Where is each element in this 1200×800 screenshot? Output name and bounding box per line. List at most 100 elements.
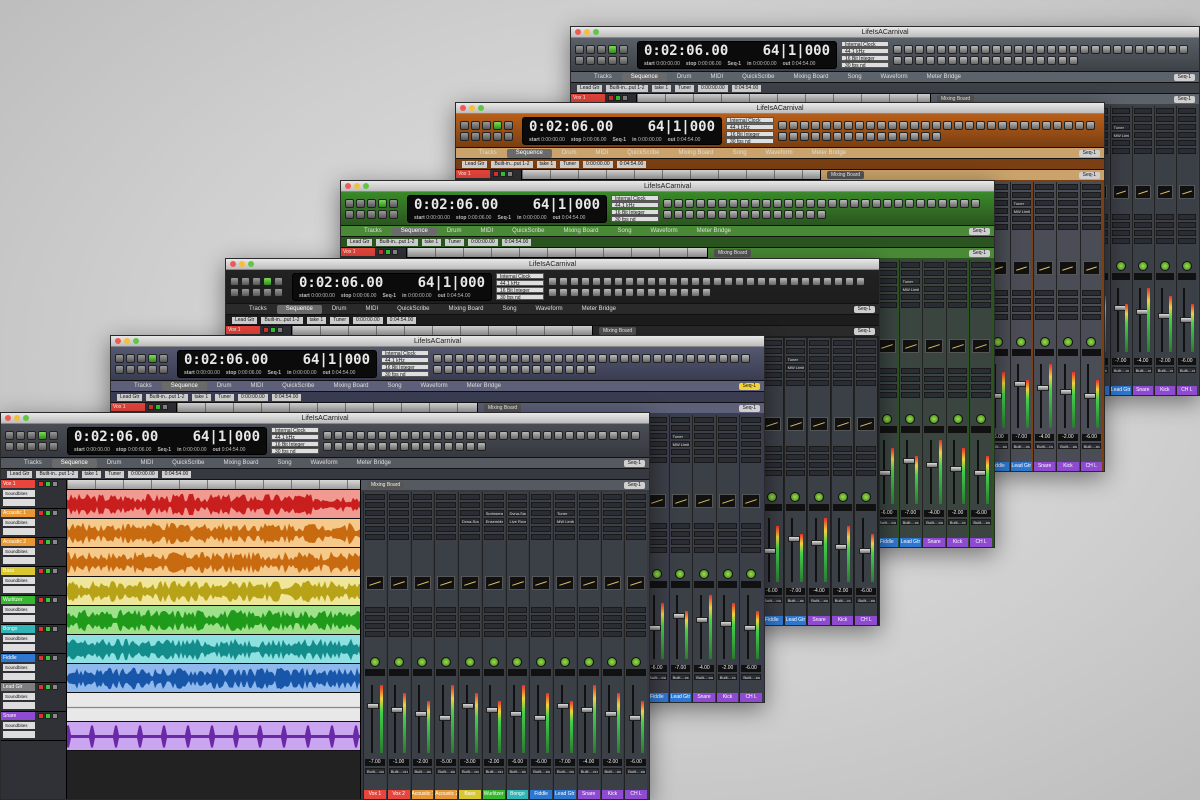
tool-icon[interactable]	[702, 287, 711, 297]
tool-icon[interactable]	[581, 287, 590, 297]
eq-display[interactable]	[833, 416, 852, 431]
tool-icon[interactable]	[696, 209, 705, 219]
channel-name[interactable]: Kick	[1057, 462, 1079, 471]
minimize-window-button[interactable]	[354, 183, 360, 189]
track-lane[interactable]	[67, 635, 360, 664]
tool-icon[interactable]	[603, 276, 612, 286]
volume-fader-handle[interactable]	[902, 457, 915, 464]
volume-fader-handle[interactable]	[438, 715, 451, 722]
tab-quickscribe[interactable]: QuickScribe	[733, 73, 783, 82]
tool-icon[interactable]	[822, 120, 831, 130]
insert-slot[interactable]	[1133, 132, 1152, 138]
tool-icon[interactable]	[609, 353, 618, 363]
send-slot[interactable]	[531, 631, 551, 638]
pan-knob[interactable]	[488, 656, 499, 667]
tool-icon[interactable]	[866, 131, 875, 141]
insert-slot[interactable]	[900, 262, 921, 268]
tool-icon[interactable]	[778, 120, 787, 130]
insert-slot[interactable]	[947, 262, 968, 268]
track-setting-pos1[interactable]: 0:00:00.00	[583, 160, 613, 168]
minimize-window-button[interactable]	[239, 261, 245, 267]
tab-meter-bridge[interactable]: Meter Bridge	[918, 73, 970, 82]
tab-mixing-board[interactable]: Mixing Board	[325, 382, 378, 391]
track-input-select[interactable]: Soundbites	[3, 664, 35, 671]
back-button[interactable]	[586, 55, 595, 65]
insert-slot[interactable]	[626, 526, 646, 532]
tool-icon[interactable]	[751, 209, 760, 219]
tool-icon[interactable]	[636, 276, 645, 286]
tool-icon[interactable]	[1031, 120, 1040, 130]
tool-icon[interactable]	[757, 276, 766, 286]
insert-slot[interactable]	[1081, 216, 1101, 222]
tool-icon[interactable]	[444, 364, 453, 374]
pan-knob[interactable]	[905, 414, 916, 425]
tool-icon[interactable]	[817, 198, 826, 208]
insert-slot[interactable]: Dyna-Squash	[460, 518, 480, 524]
tool-icon[interactable]	[609, 430, 618, 440]
send-slot[interactable]	[436, 631, 456, 638]
insert-slot[interactable]	[694, 441, 714, 447]
track-name[interactable]: Fiddle	[1, 654, 35, 662]
solo-icon[interactable]	[45, 568, 51, 574]
send-slot[interactable]	[1011, 290, 1031, 297]
tool-icon[interactable]	[949, 198, 958, 208]
tool-icon[interactable]	[877, 120, 886, 130]
clock-source-select[interactable]: Internal Clock	[381, 350, 429, 357]
tool-icon[interactable]	[603, 287, 612, 297]
insert-slot[interactable]	[602, 526, 623, 532]
channel-name[interactable]: CH L	[625, 790, 647, 799]
channel-name[interactable]: CH L	[970, 538, 992, 547]
send-slot[interactable]	[1081, 314, 1101, 321]
output-select[interactable]: Built-...put 1	[531, 768, 551, 775]
insert-slot[interactable]	[900, 270, 921, 276]
insert-slot[interactable]	[717, 449, 738, 455]
mute-icon[interactable]	[52, 655, 58, 661]
tool-icon[interactable]	[740, 209, 749, 219]
send-slot[interactable]	[626, 623, 646, 630]
pan-knob[interactable]	[464, 656, 475, 667]
tool-icon[interactable]	[730, 353, 739, 363]
pan-knob[interactable]	[536, 656, 547, 667]
tool-icon[interactable]	[685, 198, 694, 208]
tool-icon[interactable]	[466, 364, 475, 374]
volume-fader-handle[interactable]	[462, 703, 475, 710]
mixer-title[interactable]: Mixing Board	[599, 327, 637, 335]
track-setting-pos2[interactable]: 0:04:54.00	[616, 160, 647, 168]
volume-fader-track[interactable]	[838, 518, 841, 583]
tool-icon[interactable]	[855, 120, 864, 130]
channel-name[interactable]: Kick	[716, 693, 739, 702]
tool-icon[interactable]	[773, 209, 782, 219]
insert-slot[interactable]	[1034, 200, 1055, 206]
tool-icon[interactable]	[378, 430, 387, 440]
loop-button[interactable]	[115, 364, 124, 374]
insert-slot[interactable]	[1111, 148, 1130, 154]
track-setting-input[interactable]: Built-in...put 1-2	[376, 238, 418, 246]
track-output-select[interactable]	[3, 731, 35, 738]
tool-icon[interactable]	[817, 209, 826, 219]
insert-slot[interactable]	[1111, 116, 1130, 122]
insert-slot[interactable]	[924, 286, 944, 292]
output-select[interactable]: Built-...put 1	[670, 674, 691, 681]
tool-icon[interactable]	[1003, 44, 1012, 54]
tool-icon[interactable]	[1036, 44, 1045, 54]
track-setting-tuner[interactable]: Tuner	[215, 393, 235, 401]
tool-icon[interactable]	[718, 209, 727, 219]
send-slot[interactable]	[412, 623, 433, 630]
insert-slot[interactable]	[531, 526, 551, 532]
track-setting-track[interactable]: Lead Gtr	[232, 316, 258, 324]
insert-slot[interactable]	[1177, 148, 1196, 154]
back-button[interactable]	[126, 364, 135, 374]
send-slot[interactable]	[388, 607, 409, 614]
record-button[interactable]	[274, 276, 283, 286]
tool-icon[interactable]	[433, 441, 442, 451]
insert-slot[interactable]: Live Room D	[507, 518, 528, 524]
tab-midi[interactable]: MIDI	[241, 382, 272, 391]
send-slot[interactable]	[1034, 290, 1055, 297]
send-slot[interactable]	[507, 631, 528, 638]
insert-slot[interactable]	[578, 526, 599, 532]
tool-icon[interactable]	[1135, 44, 1144, 54]
insert-slot[interactable]	[1133, 108, 1152, 114]
eq-display[interactable]	[901, 338, 920, 353]
tool-icon[interactable]	[1058, 44, 1067, 54]
clock-fps-select[interactable]: 30 fps nd	[381, 371, 429, 378]
